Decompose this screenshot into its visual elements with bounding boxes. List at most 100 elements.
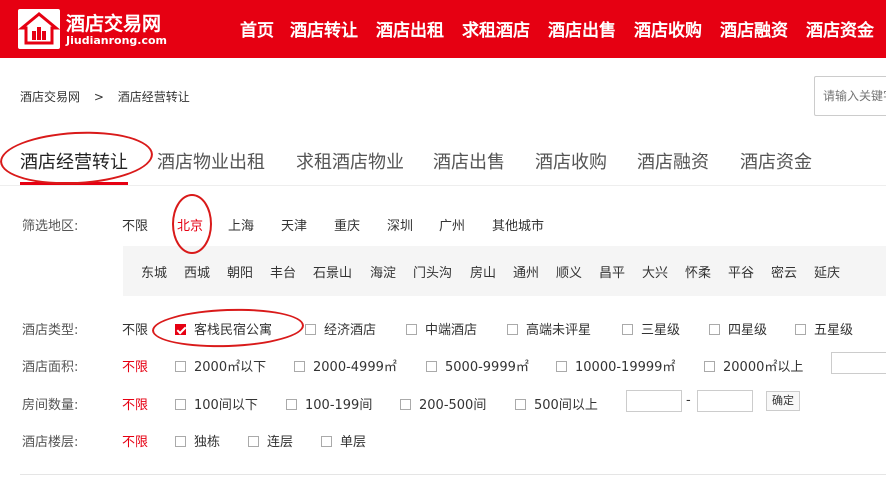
type-option-label: 五星级: [814, 323, 854, 338]
district-item[interactable]: 顺义: [556, 262, 582, 281]
district-item[interactable]: 通州: [513, 262, 539, 281]
type-label: 酒店类型:: [22, 323, 79, 338]
region-chongqing[interactable]: 重庆: [334, 215, 360, 234]
area-option[interactable]: 2000-4999㎡: [294, 356, 397, 375]
breadcrumb-home[interactable]: 酒店交易网: [20, 88, 80, 105]
area-unlimited[interactable]: 不限: [122, 356, 148, 375]
district-item[interactable]: 西城: [184, 262, 210, 281]
rooms-option[interactable]: 100间以下: [175, 394, 258, 413]
area-option[interactable]: 2000㎡以下: [175, 356, 266, 375]
floors-option[interactable]: 单层: [321, 431, 366, 450]
rooms-option[interactable]: 200-500间: [400, 394, 486, 413]
checkbox[interactable]: [286, 399, 297, 410]
house-logo-icon: [18, 9, 60, 49]
region-unlimited[interactable]: 不限: [122, 215, 148, 234]
area-option[interactable]: 20000㎡以上: [704, 356, 803, 375]
nav-hotel-transfer[interactable]: 酒店转让: [290, 16, 358, 41]
type-option-4star[interactable]: 四星级: [709, 319, 767, 338]
rooms-max-input[interactable]: [697, 390, 753, 412]
nav-hotel-rent-out[interactable]: 酒店出租: [376, 16, 444, 41]
checkbox[interactable]: [515, 399, 526, 410]
type-option-upscale-unrated[interactable]: 高端未评星: [507, 319, 591, 338]
district-item[interactable]: 昌平: [599, 262, 625, 281]
type-option-3star[interactable]: 三星级: [622, 319, 680, 338]
rooms-option[interactable]: 500间以上: [515, 394, 598, 413]
nav-hotel-acquire[interactable]: 酒店收购: [634, 16, 702, 41]
active-tab-indicator: [20, 182, 128, 185]
area-option[interactable]: 10000-19999㎡: [556, 356, 675, 375]
checkbox[interactable]: [321, 436, 332, 447]
district-item[interactable]: 海淀: [370, 262, 396, 281]
nav-hotel-funds[interactable]: 酒店资金: [806, 16, 874, 41]
tab-hotel-funds[interactable]: 酒店资金: [740, 148, 812, 174]
district-item[interactable]: 平谷: [728, 262, 754, 281]
region-shenzhen[interactable]: 深圳: [387, 215, 413, 234]
district-item[interactable]: 丰台: [270, 262, 296, 281]
nav-hotel-financing[interactable]: 酒店融资: [720, 16, 788, 41]
checkbox[interactable]: [426, 361, 437, 372]
rooms-unlimited[interactable]: 不限: [122, 394, 148, 413]
area-min-input[interactable]: [831, 352, 886, 374]
rooms-option-label: 200-500间: [419, 398, 487, 413]
district-item[interactable]: 密云: [771, 262, 797, 281]
checkbox[interactable]: [556, 361, 567, 372]
checkbox[interactable]: [622, 324, 633, 335]
area-option[interactable]: 5000-9999㎡: [426, 356, 529, 375]
checkbox[interactable]: [709, 324, 720, 335]
checkbox[interactable]: [406, 324, 417, 335]
district-item[interactable]: 延庆: [814, 262, 840, 281]
district-item[interactable]: 大兴: [642, 262, 668, 281]
rooms-min-input[interactable]: [626, 390, 682, 412]
checkbox[interactable]: [507, 324, 518, 335]
nav-hotel-sale[interactable]: 酒店出售: [548, 16, 616, 41]
district-item[interactable]: 东城: [141, 262, 167, 281]
region-tianjin[interactable]: 天津: [281, 215, 307, 234]
checkbox[interactable]: [704, 361, 715, 372]
checkbox[interactable]: [294, 361, 305, 372]
section-divider: [20, 474, 886, 475]
floors-unlimited[interactable]: 不限: [122, 431, 148, 450]
area-option-label: 2000-4999㎡: [313, 360, 397, 375]
tab-seek-property[interactable]: 求租酒店物业: [296, 148, 404, 174]
tab-hotel-financing[interactable]: 酒店融资: [637, 148, 709, 174]
region-shanghai[interactable]: 上海: [228, 215, 254, 234]
region-guangzhou[interactable]: 广州: [439, 215, 465, 234]
checkbox[interactable]: [175, 361, 186, 372]
floors-option-label: 连层: [267, 435, 294, 450]
checkbox[interactable]: [175, 436, 186, 447]
type-option-economy[interactable]: 经济酒店: [305, 319, 376, 338]
region-other-cities[interactable]: 其他城市: [492, 215, 544, 234]
type-option-label: 客栈民宿公寓: [194, 323, 273, 338]
district-item[interactable]: 朝阳: [227, 262, 253, 281]
tab-hotel-acquire[interactable]: 酒店收购: [535, 148, 607, 174]
type-option-5star[interactable]: 五星级: [795, 319, 853, 338]
district-item[interactable]: 门头沟: [413, 262, 452, 281]
nav-home[interactable]: 首页: [240, 16, 274, 41]
checkbox[interactable]: [175, 399, 186, 410]
region-beijing[interactable]: 北京: [177, 215, 203, 234]
checkbox[interactable]: [400, 399, 411, 410]
checkbox[interactable]: [795, 324, 806, 335]
floors-option[interactable]: 独栋: [175, 431, 220, 450]
tab-business-transfer[interactable]: 酒店经营转让: [20, 148, 128, 174]
floors-option-label: 独栋: [194, 435, 221, 450]
tab-property-rent[interactable]: 酒店物业出租: [157, 148, 265, 174]
tab-hotel-sale[interactable]: 酒店出售: [433, 148, 505, 174]
nav-seek-rent[interactable]: 求租酒店: [462, 16, 530, 41]
search-input[interactable]: [814, 76, 886, 116]
type-option-midrange[interactable]: 中端酒店: [406, 319, 477, 338]
district-item[interactable]: 石景山: [313, 262, 352, 281]
site-logo[interactable]: 酒店交易网 Jiudianrong.com: [18, 9, 168, 49]
checkbox-checked[interactable]: [175, 324, 186, 335]
type-unlimited[interactable]: 不限: [122, 319, 148, 338]
tabs-divider: [0, 185, 886, 186]
confirm-button[interactable]: 确定: [766, 391, 800, 411]
type-option-inn[interactable]: 客栈民宿公寓: [175, 319, 272, 338]
checkbox[interactable]: [248, 436, 259, 447]
district-item[interactable]: 房山: [470, 262, 496, 281]
checkbox[interactable]: [305, 324, 316, 335]
rooms-option[interactable]: 100-199间: [286, 394, 372, 413]
district-item[interactable]: 怀柔: [685, 262, 711, 281]
floors-option[interactable]: 连层: [248, 431, 293, 450]
site-header: 酒店交易网 Jiudianrong.com 首页 酒店转让 酒店出租 求租酒店 …: [0, 0, 886, 58]
